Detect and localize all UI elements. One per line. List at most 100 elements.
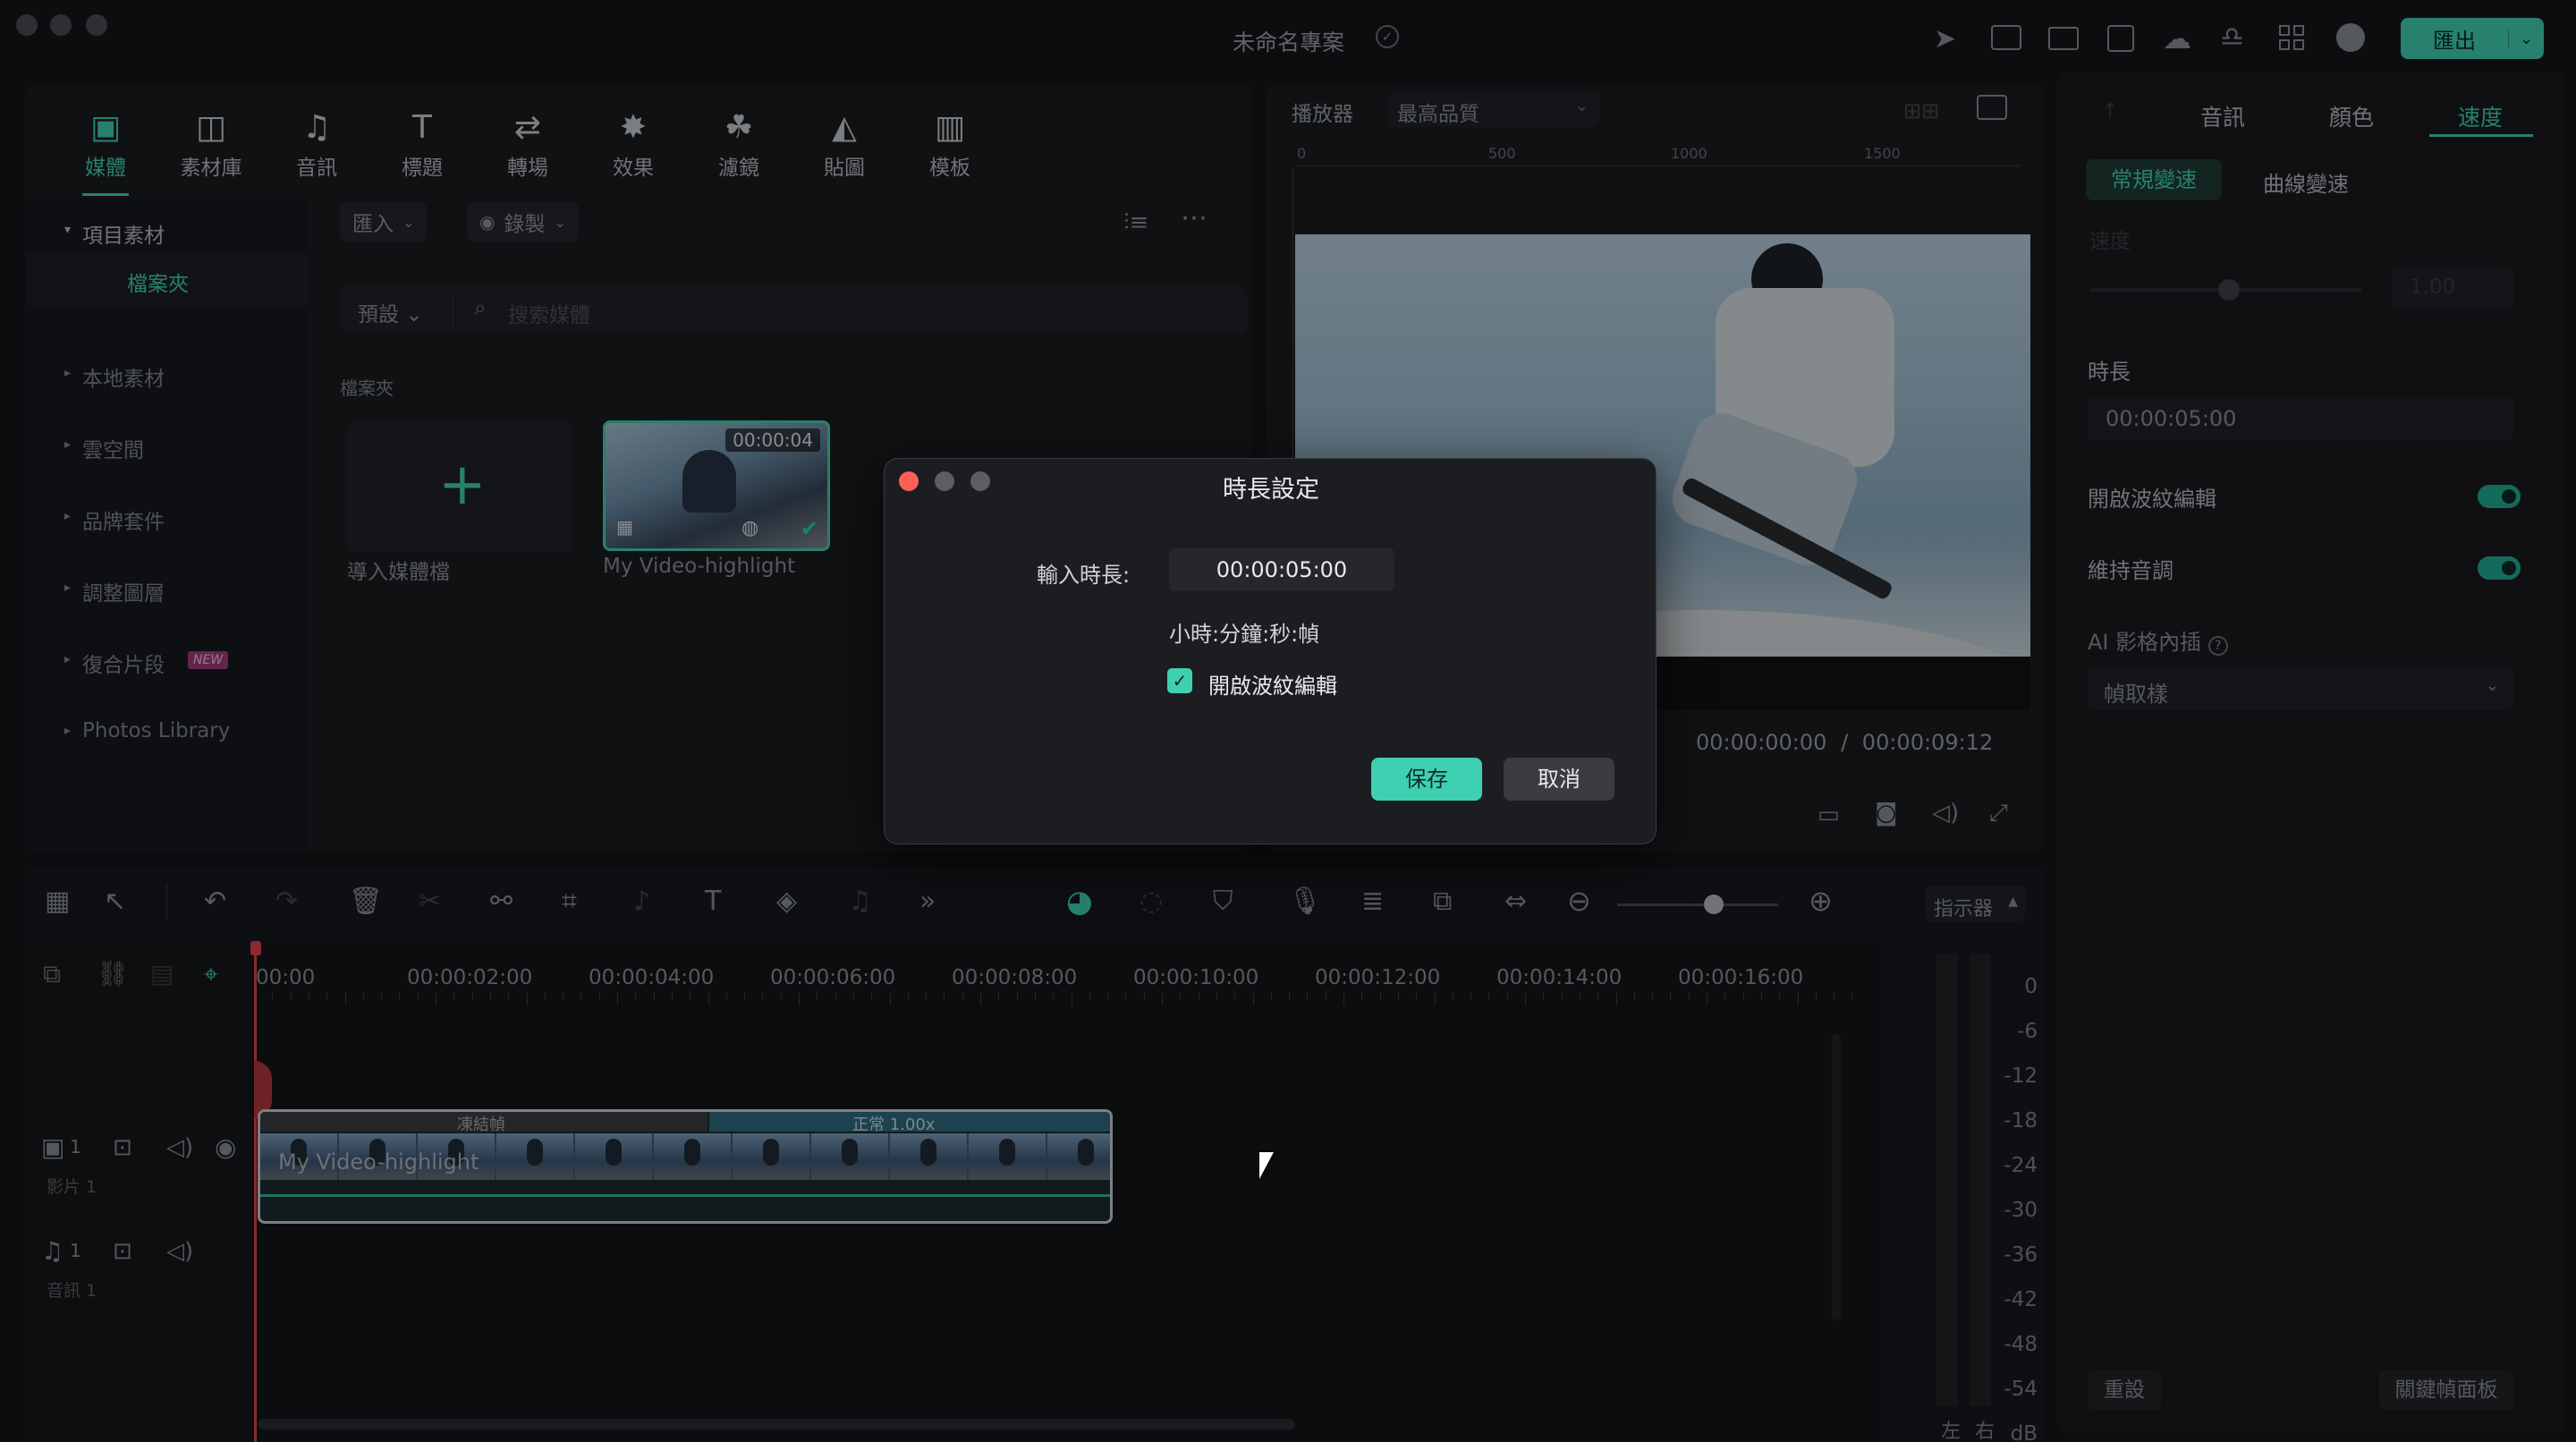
- video-clip[interactable]: 凍結幀 正常 1.00x My Video-highlight: [258, 1109, 1113, 1224]
- speed-slider[interactable]: [2089, 279, 2361, 301]
- snapshot-camera-icon[interactable]: ◙: [1875, 800, 1897, 827]
- image-preview-icon[interactable]: [1977, 95, 2007, 120]
- sidebar-item-folder[interactable]: 檔案夾: [27, 252, 308, 306]
- speed-value-field[interactable]: 1.00: [2392, 268, 2513, 308]
- headset-support-icon[interactable]: ♎: [2220, 21, 2244, 53]
- zoom-in-icon[interactable]: ⊕: [1809, 884, 1833, 918]
- quality-select[interactable]: 最高品質 ⌄: [1388, 91, 1599, 127]
- keyframe-panel-button[interactable]: 關鍵幀面板: [2379, 1370, 2513, 1410]
- ripple-edit-checkbox[interactable]: ✓: [1167, 668, 1192, 693]
- render-preview-icon[interactable]: ◌: [1140, 886, 1163, 917]
- display-output-icon[interactable]: ▭: [1818, 802, 1840, 828]
- grid-view-icon[interactable]: ⊞⊞: [1903, 98, 1939, 123]
- sidebar-item-photos-library[interactable]: ▸ Photos Library: [64, 719, 230, 742]
- volume-icon[interactable]: ◁): [1932, 800, 1959, 827]
- timeline-vertical-scrollbar[interactable]: [1832, 1034, 1841, 1320]
- cloud-upload-icon[interactable]: ☁: [2163, 21, 2191, 55]
- tab-transition[interactable]: ⇄ 轉場: [483, 106, 572, 181]
- sidebar-item-brand-kit[interactable]: ▸ 品牌套件: [64, 505, 165, 535]
- tab-sticker[interactable]: ◭ 貼圖: [800, 106, 889, 181]
- select-pointer-icon[interactable]: ↖: [104, 886, 126, 917]
- duration-input[interactable]: 00:00:05:00: [1169, 548, 1394, 591]
- timeline-ruler[interactable]: 00:00 00:00:02:00 00:00:04:00 00:00:06:00 00…: [254, 941, 1882, 1013]
- fit-timeline-icon[interactable]: ⇔: [1504, 886, 1527, 917]
- tab-media[interactable]: ▣ 媒體: [61, 106, 150, 181]
- duration-field[interactable]: 00:00:05:00: [2088, 397, 2513, 440]
- tab-music-note[interactable]: ♫ 音訊: [272, 106, 361, 181]
- project-info-icon[interactable]: [1991, 25, 2021, 50]
- playhead[interactable]: [254, 943, 257, 1442]
- more-tools-chevron-icon[interactable]: »: [919, 886, 936, 917]
- audio-edit-icon[interactable]: ♪: [633, 886, 650, 917]
- ai-interpolation-select[interactable]: 幀取樣 ⌄: [2088, 667, 2513, 710]
- tab-stock[interactable]: ◫ 素材庫: [166, 106, 256, 181]
- tab-color[interactable]: 顏色: [2329, 100, 2374, 132]
- tab-title-text[interactable]: T 標題: [377, 106, 467, 181]
- tab-template[interactable]: ▥ 模板: [905, 106, 995, 181]
- split-scissors-icon[interactable]: ✂: [419, 886, 441, 917]
- layout-icon[interactable]: [2048, 27, 2079, 50]
- tab-filter[interactable]: ☘ 濾鏡: [694, 106, 784, 181]
- save-disk-icon[interactable]: [2107, 25, 2134, 52]
- save-button[interactable]: 保存: [1371, 758, 1482, 801]
- detach-link-icon[interactable]: ⚯: [490, 886, 513, 917]
- redo-icon[interactable]: ↷: [275, 886, 298, 917]
- export-button[interactable]: 匯出 ⌄: [2401, 18, 2544, 59]
- snap-magnet-icon[interactable]: ⌖: [204, 959, 218, 989]
- video-visibility-eye-icon[interactable]: ◉: [215, 1132, 236, 1162]
- freeze-frame-segment[interactable]: 凍結幀: [260, 1112, 708, 1134]
- help-icon[interactable]: ?: [2207, 636, 2228, 656]
- indicator-dropdown[interactable]: 指示器 ▲: [1925, 886, 2025, 921]
- window-close-button[interactable]: [16, 14, 38, 36]
- ai-assistant-icon[interactable]: ◕: [1066, 884, 1093, 920]
- text-icon[interactable]: T: [705, 886, 721, 917]
- ripple-edit-toggle[interactable]: [2478, 485, 2521, 508]
- timeline-horizontal-scrollbar[interactable]: [258, 1419, 1295, 1429]
- track-settings-icon[interactable]: ▤: [150, 959, 174, 988]
- record-button[interactable]: ◉ 錄製 ⌄: [467, 202, 579, 242]
- import-button[interactable]: 匯入 ⌄: [340, 202, 428, 242]
- sidebar-item-cloud[interactable]: ▸ 雲空間: [64, 433, 144, 463]
- user-avatar[interactable]: [2336, 23, 2365, 52]
- subtab-curve-speed[interactable]: 曲線變速: [2263, 166, 2349, 198]
- keyframe-tag-icon[interactable]: ◈: [776, 886, 797, 917]
- marker-shield-icon[interactable]: ⛉: [1213, 886, 1233, 917]
- subtab-uniform-speed[interactable]: 常規變速: [2086, 159, 2222, 200]
- audio-mixer-icon[interactable]: ≣: [1361, 886, 1384, 917]
- audio-volume-icon[interactable]: ◁): [166, 1238, 193, 1265]
- reset-button[interactable]: 重設: [2088, 1370, 2161, 1410]
- crop-icon[interactable]: ⌗: [562, 886, 577, 917]
- speed-segment[interactable]: 正常 1.00x: [709, 1112, 1110, 1134]
- window-zoom-button[interactable]: [86, 14, 107, 36]
- pip-icon[interactable]: ⧉: [1433, 886, 1452, 917]
- layout-grid-icon[interactable]: ▦: [45, 886, 70, 917]
- audio-lock-icon[interactable]: ⊡: [113, 1238, 132, 1265]
- filter-sort-icon[interactable]: ⫶≡: [1123, 209, 1148, 237]
- zoom-slider[interactable]: [1617, 895, 1778, 914]
- zoom-out-icon[interactable]: ⊖: [1567, 884, 1591, 918]
- sort-dropdown[interactable]: 預設 ⌄: [358, 297, 423, 327]
- sidebar-item-local-media[interactable]: ▸ 本地素材: [64, 361, 165, 392]
- tab-audio[interactable]: 音訊: [2200, 100, 2245, 132]
- link-clips-icon[interactable]: ⛓: [97, 959, 129, 988]
- add-track-icon[interactable]: ⧉: [43, 959, 61, 989]
- send-icon[interactable]: ➤: [1934, 23, 1956, 55]
- sidebar-item-project-media[interactable]: ▾ 項目素材: [64, 218, 165, 249]
- sidebar-item-compound-clip[interactable]: ▸ 復合片段 NEW: [64, 648, 229, 678]
- import-media-tile[interactable]: +: [345, 422, 572, 553]
- undo-icon[interactable]: ↶: [204, 886, 226, 917]
- speed-slider-handle[interactable]: [2218, 279, 2240, 301]
- export-dropdown-chevron-icon[interactable]: ⌄: [2508, 29, 2544, 48]
- delete-trash-icon[interactable]: 🗑: [349, 886, 383, 917]
- zoom-slider-handle[interactable]: [1704, 895, 1724, 914]
- keep-pitch-toggle[interactable]: [2478, 556, 2521, 580]
- playhead-handle[interactable]: [250, 941, 261, 955]
- tab-effects-sparkle[interactable]: ✸ 效果: [589, 106, 678, 181]
- media-clip-thumbnail[interactable]: 00:00:04 ▦ ◍ ✔: [603, 420, 830, 551]
- apps-grid-icon[interactable]: [2279, 25, 2304, 50]
- tab-speed[interactable]: 速度: [2458, 100, 2503, 132]
- window-minimize-button[interactable]: [50, 14, 72, 36]
- video-lock-icon[interactable]: ⊡: [113, 1134, 132, 1161]
- fullscreen-icon[interactable]: ⤢: [1989, 800, 2008, 827]
- search-input[interactable]: 搜索媒體: [508, 298, 590, 328]
